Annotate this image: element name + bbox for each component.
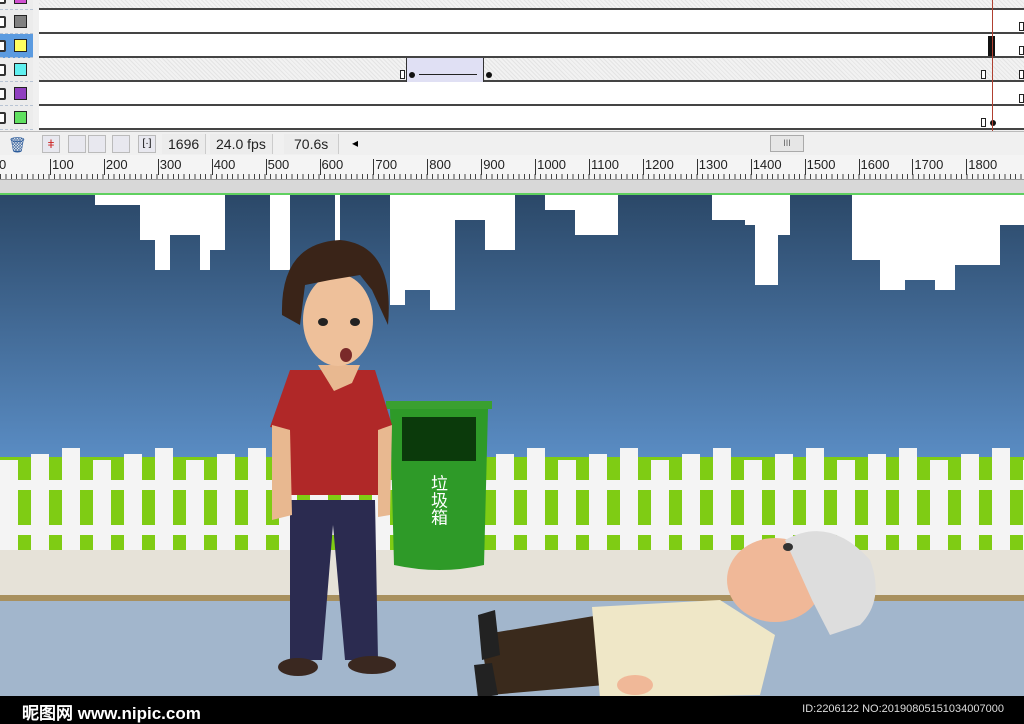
center-frame-icon[interactable]: ǂ: [42, 135, 60, 153]
layer-frames[interactable]: [39, 0, 1024, 10]
ruler-label: 1300: [696, 158, 728, 175]
ruler-label: 300: [157, 158, 182, 175]
trash-bin: 垃圾箱: [386, 401, 492, 570]
ruler-label: 600: [319, 158, 343, 175]
keyframe[interactable]: [981, 118, 986, 127]
layer-frames[interactable]: [39, 82, 1024, 106]
ruler-label: 1100: [589, 158, 619, 175]
keyframe-dot[interactable]: [409, 72, 415, 78]
watermark-bar: 昵图网 www.nipic.com ID:2206122 NO:20190805…: [0, 696, 1024, 724]
ruler-label: 900: [481, 158, 505, 175]
edit-multiple-frames-icon[interactable]: [112, 135, 130, 153]
ruler-label: 400: [211, 158, 235, 175]
lock-icon[interactable]: [0, 64, 6, 76]
layer-color-swatch[interactable]: [14, 0, 27, 4]
timeline-controls: 🗑 ǂ [·] 1696 24.0 fps 70.6s ◂ III: [0, 131, 1024, 155]
stage-canvas: 垃圾箱: [0, 193, 1024, 698]
layer-color-swatch[interactable]: [14, 15, 27, 28]
timeline-layer[interactable]: [0, 82, 1024, 106]
ruler-label: 700: [373, 158, 397, 175]
trash-bin-label: 垃圾箱: [427, 474, 448, 525]
elapsed-time: 70.6s: [284, 134, 340, 154]
ruler-label: 1000: [535, 158, 566, 175]
lock-icon[interactable]: [0, 88, 6, 100]
scroll-left-icon[interactable]: ◂: [352, 136, 358, 150]
ruler-label: 500: [265, 158, 289, 175]
lock-icon[interactable]: [0, 40, 6, 52]
keyframe-dot[interactable]: [486, 72, 492, 78]
layer-header[interactable]: [0, 58, 33, 82]
layer-frames[interactable]: [39, 58, 1024, 82]
timeline-layer[interactable]: [0, 34, 1024, 58]
layer-header[interactable]: [0, 0, 33, 10]
lock-icon[interactable]: [0, 16, 6, 28]
layer-header[interactable]: [0, 82, 33, 106]
ruler-label: 800: [427, 158, 451, 175]
timeline-layer[interactable]: [0, 10, 1024, 34]
frame-rate[interactable]: 24.0 fps: [210, 134, 273, 154]
onion-skin-icon[interactable]: [68, 135, 86, 153]
ruler-label: 1400: [750, 158, 782, 175]
ruler-ticks: [0, 174, 1024, 179]
layer-color-swatch[interactable]: [14, 111, 27, 124]
timeline-layer[interactable]: [0, 58, 1024, 82]
onion-skin-outline-icon[interactable]: [88, 135, 106, 153]
layer-frames[interactable]: [39, 34, 1024, 58]
keyframe[interactable]: [1019, 70, 1024, 79]
horizontal-scrollbar-thumb[interactable]: III: [770, 135, 804, 152]
playhead[interactable]: [992, 0, 993, 131]
layer-header[interactable]: [0, 34, 33, 58]
ruler-label: 1200: [642, 158, 674, 175]
ruler-label: 1600: [858, 158, 889, 175]
timeline-layer[interactable]: [0, 106, 1024, 130]
keyframe[interactable]: [400, 70, 405, 79]
layer-color-swatch[interactable]: [14, 87, 27, 100]
layer-color-swatch[interactable]: [14, 39, 27, 52]
keyframe[interactable]: [1019, 46, 1024, 55]
keyframe[interactable]: [1019, 94, 1024, 103]
image-id: ID:2206122 NO:20190805151034007000: [802, 703, 1004, 715]
layer-header[interactable]: [0, 106, 33, 130]
lock-icon[interactable]: [0, 0, 6, 4]
trash-icon[interactable]: 🗑: [8, 136, 27, 154]
layer-frames[interactable]: [39, 106, 1024, 130]
ruler-label: 0: [0, 157, 7, 172]
ruler-label: 1800: [966, 158, 997, 175]
keyframe[interactable]: [981, 70, 986, 79]
motion-tween[interactable]: [406, 58, 484, 82]
ruler-label: 1500: [804, 158, 836, 175]
keyframe-dot[interactable]: [990, 120, 996, 126]
layer-header[interactable]: [0, 10, 33, 34]
ruler-label: 1700: [912, 158, 943, 175]
timeline-layer[interactable]: [0, 0, 1024, 10]
stage-ruler: 0 100 200 300 400 500 600 700 800 900 1000 1100 1200…: [0, 155, 1024, 180]
watermark-logo: 昵图网 www.nipic.com: [22, 704, 201, 723]
ruler-label: 200: [103, 158, 128, 175]
modify-onion-markers-icon[interactable]: [·]: [138, 135, 156, 153]
keyframe[interactable]: [1019, 22, 1024, 31]
layer-frames[interactable]: [39, 10, 1024, 34]
layer-color-swatch[interactable]: [14, 63, 27, 76]
scene-illustration: 垃圾箱: [0, 195, 1024, 698]
lock-icon[interactable]: [0, 112, 6, 124]
current-frame: 1696: [162, 134, 207, 154]
ruler-label: 100: [50, 158, 74, 175]
